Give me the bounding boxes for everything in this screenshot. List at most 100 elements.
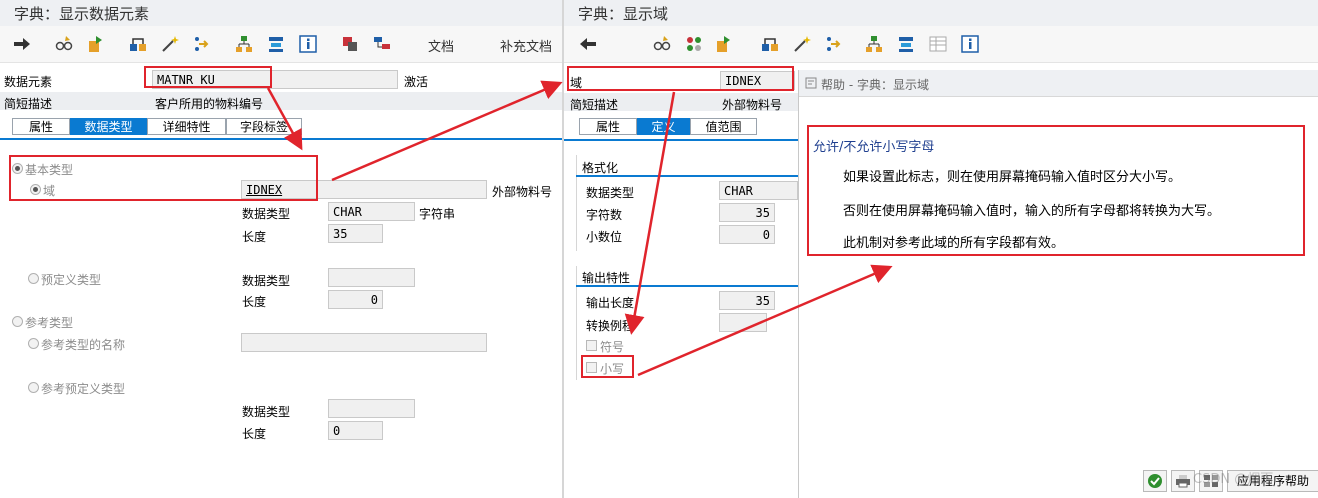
help-window: 帮助 - 字典：显示域 允许/不允许小写字母 如果设置此标志，则在使用屏幕掩码输… bbox=[798, 70, 1318, 498]
ref-type-name-label: 参考类型的名称 bbox=[41, 338, 126, 352]
help-window-icon bbox=[805, 77, 817, 89]
right-tab-line bbox=[564, 139, 798, 141]
data-element-label: 数据元素 bbox=[4, 75, 53, 89]
conv-field[interactable] bbox=[719, 313, 767, 332]
help-title: 帮助 - 字典：显示域 bbox=[821, 78, 929, 92]
check-icon bbox=[1148, 474, 1162, 488]
right-toolbar bbox=[564, 26, 1318, 63]
activate-icon[interactable] bbox=[714, 34, 734, 54]
activate-icon[interactable] bbox=[86, 34, 106, 54]
highlight-box-basic bbox=[9, 155, 318, 201]
char-count-field[interactable]: 35 bbox=[719, 203, 775, 222]
domain-desc: 外部物料号 bbox=[492, 185, 553, 199]
ref-type-name-radio[interactable] bbox=[28, 338, 39, 349]
glasses-pencil-icon[interactable] bbox=[54, 34, 74, 54]
decimals-field[interactable]: 0 bbox=[719, 225, 775, 244]
help-title-bar: 帮助 - 字典：显示域 bbox=[799, 70, 1318, 97]
left-window-title: 字典：显示数据元素 bbox=[14, 5, 150, 23]
decimals-label: 小数位 bbox=[586, 230, 623, 244]
output-len-label: 输出长度 bbox=[586, 296, 635, 310]
navigate-icon[interactable] bbox=[192, 34, 212, 54]
navigate-icon[interactable] bbox=[824, 34, 844, 54]
tab-attributes[interactable]: 属性 bbox=[12, 118, 70, 135]
left-tab-line bbox=[0, 138, 562, 140]
short-desc-value: 外部物料号 bbox=[722, 98, 783, 112]
short-desc-row bbox=[0, 92, 562, 110]
hierarchy-icon[interactable] bbox=[234, 34, 254, 54]
right-title-bar: 字典：显示域 bbox=[564, 0, 1318, 26]
data-type-field[interactable]: CHAR bbox=[719, 181, 798, 200]
data-type-label: 数据类型 bbox=[242, 207, 291, 221]
magic-wand-icon[interactable] bbox=[160, 34, 180, 54]
pre-length-label: 长度 bbox=[242, 295, 267, 309]
stack-icon[interactable] bbox=[266, 34, 286, 54]
data-type-desc: 字符串 bbox=[419, 207, 456, 221]
conv-label: 转换例程 bbox=[586, 319, 635, 333]
ref-length-field[interactable]: 0 bbox=[328, 421, 383, 440]
print-button[interactable] bbox=[1171, 470, 1195, 492]
stack-icon[interactable] bbox=[896, 34, 916, 54]
glasses-pencil-icon[interactable] bbox=[652, 34, 672, 54]
data-type-label: 数据类型 bbox=[586, 186, 635, 200]
info-icon[interactable] bbox=[960, 34, 980, 54]
documentation-button[interactable]: 文档 bbox=[428, 36, 454, 55]
pre-length-field[interactable]: 0 bbox=[328, 290, 383, 309]
highlight-box-domain bbox=[567, 66, 794, 91]
data-type-field[interactable]: CHAR bbox=[328, 202, 415, 221]
tab-definition[interactable]: 定义 bbox=[637, 118, 690, 135]
highlight-box-element bbox=[144, 66, 272, 88]
status-text: 激活 bbox=[404, 75, 429, 89]
tab-attributes[interactable]: 属性 bbox=[579, 118, 637, 135]
sign-label: 符号 bbox=[600, 340, 625, 354]
length-label: 长度 bbox=[242, 230, 267, 244]
compare-icon[interactable] bbox=[684, 34, 704, 54]
where-used-icon[interactable] bbox=[760, 34, 780, 54]
right-window: 字典：显示域 域 IDNEX 简短描述 外部物料号 属性 定义 值范围 格式化 … bbox=[564, 0, 1318, 498]
where-used-icon[interactable] bbox=[128, 34, 148, 54]
short-desc-value: 客户所用的物料编号 bbox=[155, 97, 264, 111]
format-title: 格式化 bbox=[582, 161, 619, 175]
back-arrow-icon[interactable] bbox=[578, 34, 598, 54]
ref-type-name-field[interactable] bbox=[241, 333, 487, 352]
short-desc-label: 简短描述 bbox=[570, 98, 619, 112]
ref-type-radio[interactable] bbox=[12, 316, 23, 327]
length-field[interactable]: 35 bbox=[328, 224, 383, 243]
left-title-bar: 字典：显示数据元素 bbox=[0, 0, 562, 26]
tab-value-range[interactable]: 值范围 bbox=[690, 118, 757, 135]
ref-length-label: 长度 bbox=[242, 427, 267, 441]
ref-predef-radio[interactable] bbox=[28, 382, 39, 393]
predefined-radio[interactable] bbox=[28, 273, 39, 284]
help-line-2: 否则在使用屏幕掩码输入值时，输入的所有字母都将转换为大写。 bbox=[843, 204, 1221, 219]
hierarchy-icon[interactable] bbox=[864, 34, 884, 54]
char-count-label: 字符数 bbox=[586, 208, 623, 222]
output-title: 输出特性 bbox=[582, 271, 631, 285]
watermark: CSDN @烟雨 bbox=[1193, 472, 1274, 487]
highlight-box-lowercase bbox=[581, 355, 634, 378]
help-heading: 允许/不允许小写字母 bbox=[813, 140, 935, 155]
tab-field-labels[interactable]: 字段标签 bbox=[226, 118, 302, 135]
printer-icon bbox=[1176, 475, 1190, 488]
right-window-title: 字典：显示域 bbox=[578, 5, 669, 23]
layout-icon[interactable] bbox=[372, 34, 392, 54]
tab-details[interactable]: 详细特性 bbox=[147, 118, 226, 135]
table-icon[interactable] bbox=[928, 34, 948, 54]
ref-data-type-field[interactable] bbox=[328, 399, 415, 418]
ref-data-type-label: 数据类型 bbox=[242, 405, 291, 419]
supplementary-doc-button[interactable]: 补充文档 bbox=[500, 36, 552, 55]
ref-predef-label: 参考预定义类型 bbox=[41, 382, 126, 396]
output-len-field[interactable]: 35 bbox=[719, 291, 775, 310]
help-line-3: 此机制对参考此域的所有字段都有效。 bbox=[843, 236, 1065, 251]
ok-button[interactable] bbox=[1143, 470, 1167, 492]
pre-data-type-label: 数据类型 bbox=[242, 274, 291, 288]
predefined-label: 预定义类型 bbox=[41, 273, 102, 287]
forward-arrow-icon[interactable] bbox=[12, 34, 32, 54]
pre-data-type-field[interactable] bbox=[328, 268, 415, 287]
left-window: 字典：显示数据元素 文档 补充文档 数据元素 MATNR_KU 激活 简短描述 … bbox=[0, 0, 562, 498]
graphic-icon[interactable] bbox=[340, 34, 360, 54]
magic-wand-icon[interactable] bbox=[792, 34, 812, 54]
short-desc-label: 简短描述 bbox=[4, 97, 53, 111]
sign-checkbox[interactable] bbox=[586, 340, 597, 351]
tab-data-type[interactable]: 数据类型 bbox=[70, 118, 147, 135]
info-icon[interactable] bbox=[298, 34, 318, 54]
output-title-line bbox=[576, 285, 798, 287]
